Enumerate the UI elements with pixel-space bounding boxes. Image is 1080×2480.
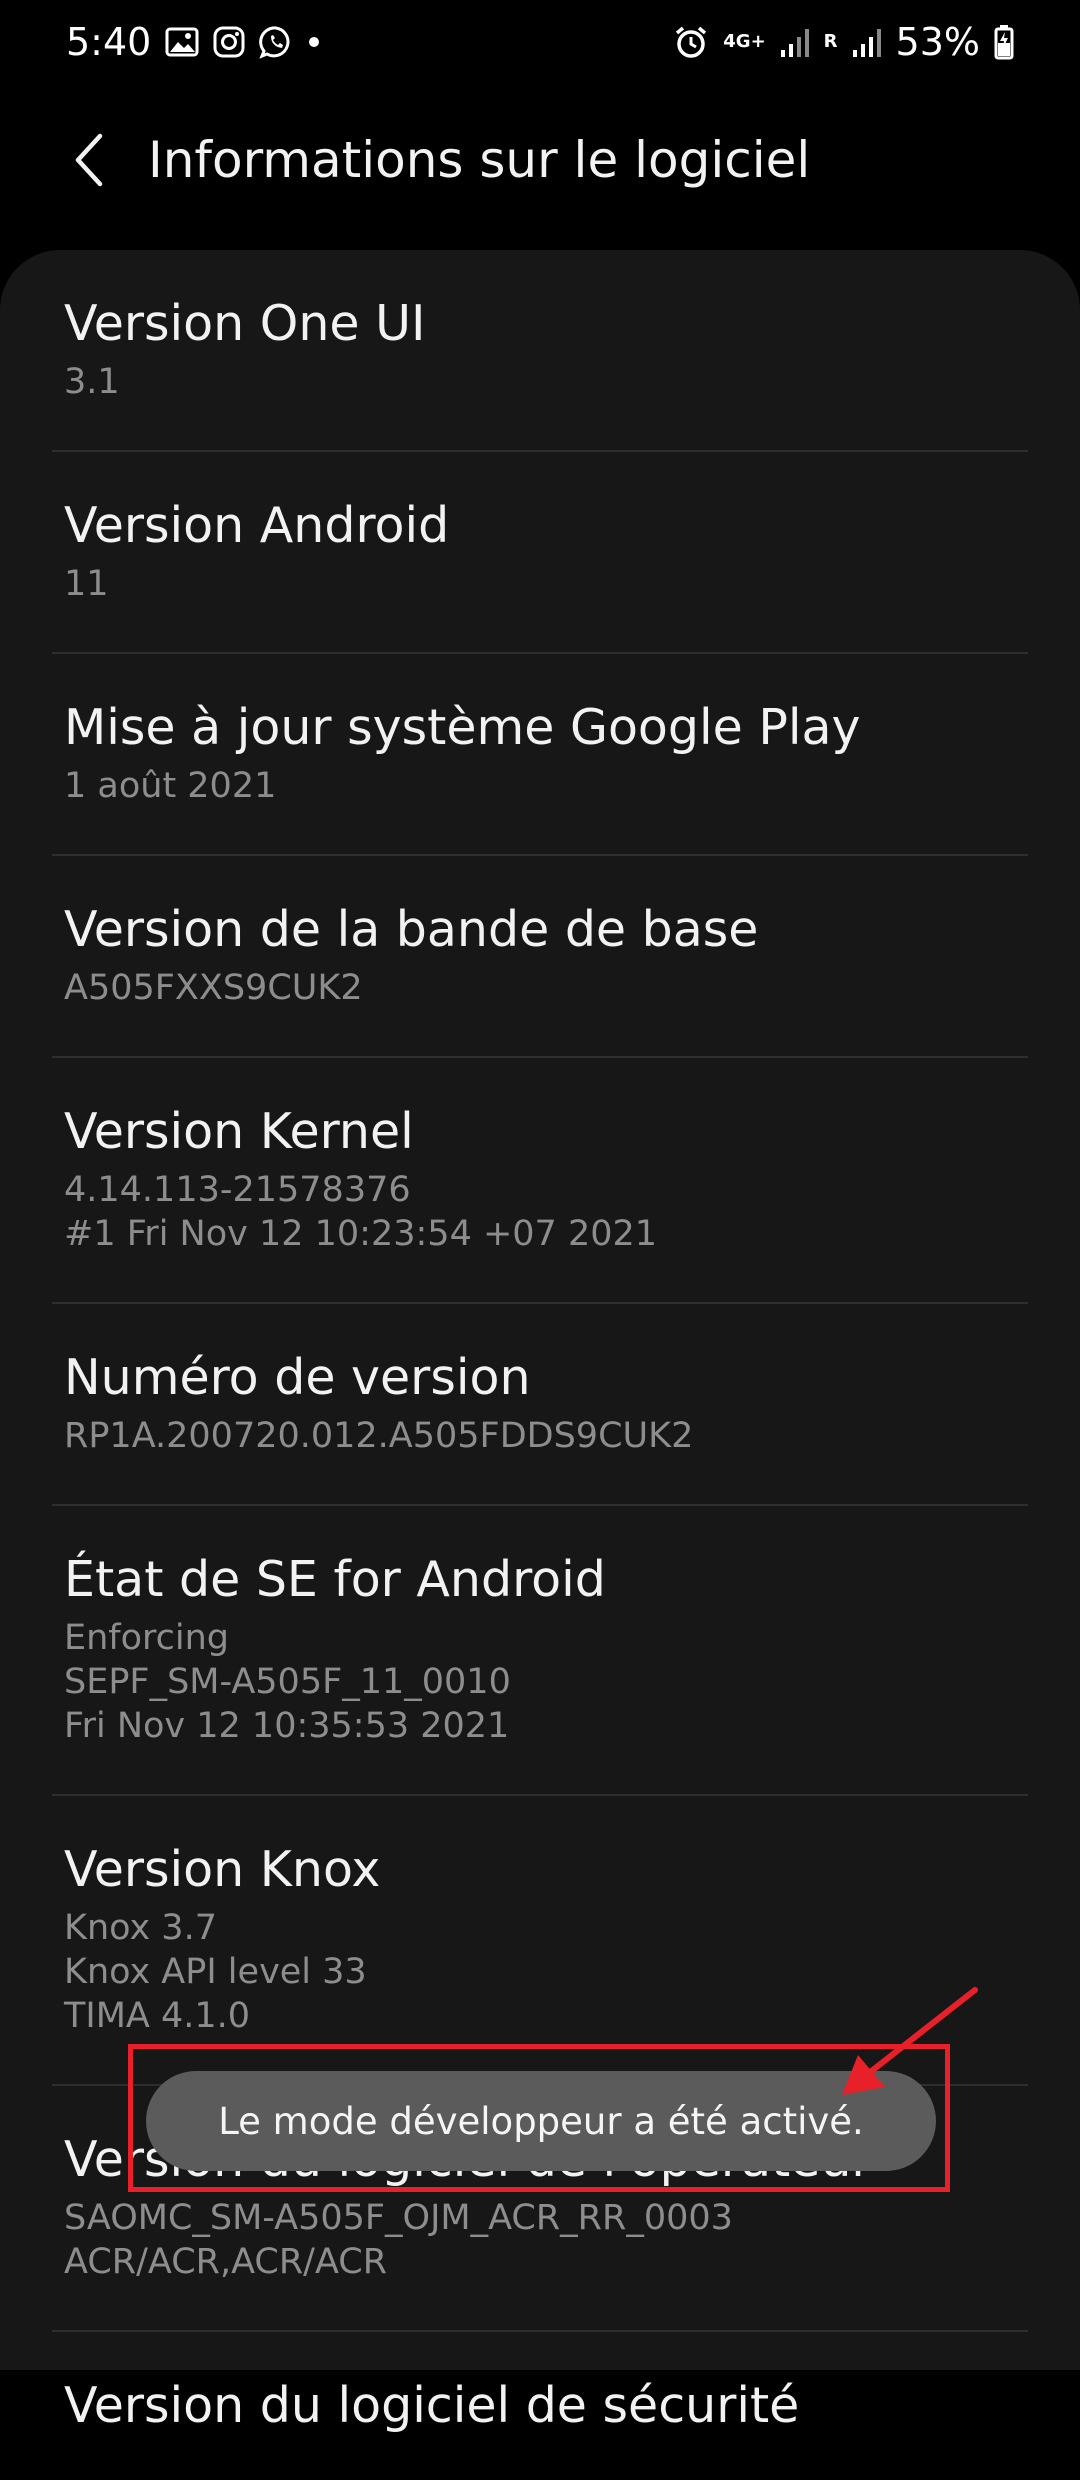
signal-strength-icon <box>780 26 810 58</box>
instagram-notification-icon <box>213 26 245 58</box>
chevron-left-icon <box>75 133 103 187</box>
battery-percentage: 53% <box>895 20 980 64</box>
list-item-android-version[interactable]: Version Android 11 <box>52 452 1028 654</box>
item-value: ACR/ACR,ACR/ACR <box>64 2242 388 2282</box>
sim-roaming-label: R <box>823 31 838 52</box>
item-title: Numéro de version <box>64 1349 531 1406</box>
status-bar: 5:40 4G+ R 53% <box>0 0 1080 84</box>
back-button[interactable] <box>40 110 140 210</box>
item-value: 4.14.113-21578376 <box>64 1170 411 1210</box>
item-value: 3.1 <box>64 362 120 402</box>
gallery-notification-icon <box>165 27 199 57</box>
battery-charging-icon <box>994 24 1014 60</box>
item-title: Version du logiciel de sécurité <box>64 2377 800 2434</box>
item-title: Version One UI <box>64 295 426 352</box>
status-bar-right: 4G+ R 53% <box>673 20 1014 64</box>
whatsapp-notification-icon <box>259 25 293 59</box>
item-title: Version de la bande de base <box>64 901 759 958</box>
list-item-one-ui-version[interactable]: Version One UI 3.1 <box>52 250 1028 452</box>
list-item-security-software-version[interactable]: Version du logiciel de sécurité <box>52 2332 1028 2480</box>
network-type-label: 4G+ <box>723 31 766 52</box>
list-item-baseband-version[interactable]: Version de la bande de base A505FXXS9CUK… <box>52 856 1028 1058</box>
more-notifications-dot-icon <box>307 35 321 49</box>
item-title: Version Android <box>64 497 450 554</box>
alarm-icon <box>673 24 709 60</box>
item-title: Version Knox <box>64 1841 381 1898</box>
status-time: 5:40 <box>66 20 152 64</box>
item-value: SEPF_SM-A505F_11_0010 <box>64 1662 511 1702</box>
item-title: Mise à jour système Google Play <box>64 699 861 756</box>
list-item-build-number[interactable]: Numéro de version RP1A.200720.012.A505FD… <box>52 1304 1028 1506</box>
signal-strength-sim2-icon <box>852 26 882 58</box>
page-title: Informations sur le logiciel <box>148 131 811 189</box>
item-value: Enforcing <box>64 1618 230 1658</box>
list-item-google-play-update[interactable]: Mise à jour système Google Play 1 août 2… <box>52 654 1028 856</box>
item-value: 11 <box>64 564 109 604</box>
annotation-arrow-icon <box>842 1987 978 2095</box>
item-value: RP1A.200720.012.A505FDDS9CUK2 <box>64 1416 694 1456</box>
item-value: SAOMC_SM-A505F_OJM_ACR_RR_0003 <box>64 2198 733 2238</box>
item-value: A505FXXS9CUK2 <box>64 968 363 1008</box>
list-item-kernel-version[interactable]: Version Kernel 4.14.113-21578376 #1 Fri … <box>52 1058 1028 1304</box>
item-value: Knox 3.7 <box>64 1908 217 1948</box>
app-bar: Informations sur le logiciel <box>0 110 1080 210</box>
item-value: 1 août 2021 <box>64 766 277 806</box>
annotation-highlight-box <box>128 2044 950 2192</box>
item-title: Version Kernel <box>64 1103 414 1160</box>
item-title: État de SE for Android <box>64 1551 606 1608</box>
item-value: Fri Nov 12 10:35:53 2021 <box>64 1706 510 1746</box>
status-bar-left: 5:40 <box>66 20 321 64</box>
item-value: #1 Fri Nov 12 10:23:54 +07 2021 <box>64 1214 658 1254</box>
list-item-se-android-status[interactable]: État de SE for Android Enforcing SEPF_SM… <box>52 1506 1028 1796</box>
